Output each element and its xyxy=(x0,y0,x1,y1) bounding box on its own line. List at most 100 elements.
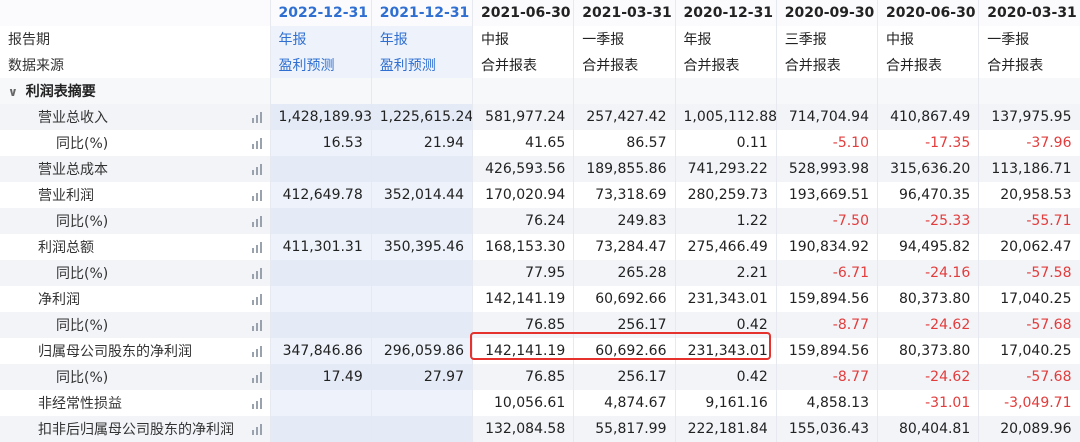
row-label: 营业总收入 xyxy=(38,110,108,126)
data-source-cell: 合并报表 xyxy=(877,52,980,78)
row-label-cell: 同比(%) xyxy=(0,364,271,390)
row-label-cell: 扣非后归属母公司股东的净利润 xyxy=(0,416,271,442)
column-header[interactable]: 2020-12-31 xyxy=(675,0,777,26)
bar-chart-icon[interactable] xyxy=(251,371,262,383)
value-cell: 189,855.86 xyxy=(573,156,676,182)
report-period-cell: 中报 xyxy=(472,26,575,52)
bar-chart-icon[interactable] xyxy=(251,111,262,123)
value-cell: 347,846.86 xyxy=(270,338,372,364)
data-source-cell: 盈利预测 xyxy=(371,52,474,78)
column-header[interactable]: 2021-03-31 xyxy=(573,0,676,26)
value-cell: 1,225,615.24 xyxy=(371,104,474,130)
report-period-row: 报告期 年报 年报 中报 一季报 年报 三季报 中报 一季报 xyxy=(0,26,1080,52)
value-cell: 4,874.67 xyxy=(573,390,676,416)
row-label-cell: 同比(%) xyxy=(0,312,271,338)
table-row: 扣非后归属母公司股东的净利润 132,084.58 55,817.99 222,181… xyxy=(0,416,1080,442)
column-header[interactable]: 2021-12-31 xyxy=(371,0,474,26)
chevron-down-icon[interactable]: ∨ xyxy=(8,85,18,99)
report-period-cell: 年报 xyxy=(371,26,474,52)
bar-chart-icon[interactable] xyxy=(251,267,262,279)
section-title: 利润表摘要 xyxy=(25,84,96,100)
value-cell: 80,373.80 xyxy=(877,338,980,364)
value-cell: 2.21 xyxy=(675,260,777,286)
table-row: 同比(%) 17.49 27.97 76.85 256.17 0.42 -8.77 -24.6… xyxy=(0,364,1080,390)
bar-chart-icon[interactable] xyxy=(251,189,262,201)
value-cell: -31.01 xyxy=(877,390,980,416)
value-cell: 1.22 xyxy=(675,208,777,234)
empty-cell xyxy=(371,312,474,338)
table-row: 同比(%) 16.53 21.94 41.65 86.57 0.11 -5.10 -17.35… xyxy=(0,130,1080,156)
bar-chart-icon[interactable] xyxy=(251,319,262,331)
value-cell: 4,858.13 xyxy=(776,390,879,416)
table-row: 归属母公司股东的净利润 347,846.86 296,059.86 142,141.1… xyxy=(0,338,1080,364)
row-label-wrap: 营业利润 xyxy=(8,185,262,205)
row-label: 非经常性损益 xyxy=(38,396,122,412)
row-label: 同比(%) xyxy=(56,370,109,386)
row-label: 数据来源 xyxy=(0,52,271,78)
section-header-row[interactable]: ∨ 利润表摘要 xyxy=(0,78,1080,104)
bar-chart-icon[interactable] xyxy=(251,163,262,175)
column-header[interactable]: 2020-06-30 xyxy=(877,0,980,26)
value-cell: 94,495.82 xyxy=(877,234,980,260)
row-label-wrap: 同比(%) xyxy=(8,263,262,283)
row-label: 同比(%) xyxy=(56,318,109,334)
column-header[interactable]: 2022-12-31 xyxy=(270,0,372,26)
value-cell: 77.95 xyxy=(472,260,575,286)
value-cell: 113,186.71 xyxy=(978,156,1080,182)
empty-cell xyxy=(573,78,676,104)
value-cell: -24.62 xyxy=(877,312,980,338)
value-cell: 275,466.49 xyxy=(675,234,777,260)
value-cell: 231,343.01 xyxy=(675,286,777,312)
value-cell: 60,692.66 xyxy=(573,338,676,364)
row-label: 扣非后归属母公司股东的净利润 xyxy=(38,422,234,438)
empty-cell xyxy=(776,78,879,104)
row-label-wrap: 同比(%) xyxy=(8,211,262,231)
row-label-cell: 同比(%) xyxy=(0,130,271,156)
report-period-cell: 年报 xyxy=(675,26,777,52)
column-header[interactable]: 2020-03-31 xyxy=(978,0,1080,26)
value-cell: 55,817.99 xyxy=(573,416,676,442)
value-cell: 0.42 xyxy=(675,312,777,338)
bar-chart-icon[interactable] xyxy=(251,345,262,357)
empty-cell xyxy=(270,78,372,104)
bar-chart-icon[interactable] xyxy=(251,397,262,409)
value-cell: 410,867.49 xyxy=(877,104,980,130)
column-header[interactable]: 2021-06-30 xyxy=(472,0,575,26)
value-cell: 411,301.31 xyxy=(270,234,372,260)
bar-chart-icon[interactable] xyxy=(251,137,262,149)
value-cell: 352,014.44 xyxy=(371,182,474,208)
value-cell: 0.11 xyxy=(675,130,777,156)
bar-chart-icon[interactable] xyxy=(251,215,262,227)
bar-chart-icon[interactable] xyxy=(251,423,262,435)
data-source-cell: 合并报表 xyxy=(776,52,879,78)
value-cell: -5.10 xyxy=(776,130,879,156)
empty-cell xyxy=(675,78,777,104)
value-cell: 60,692.66 xyxy=(573,286,676,312)
value-cell: -17.35 xyxy=(877,130,980,156)
table-row: 营业总收入 1,428,189.93 1,225,615.24 581,977.24 2… xyxy=(0,104,1080,130)
section-header[interactable]: ∨ 利润表摘要 xyxy=(0,78,271,104)
value-cell: 73,318.69 xyxy=(573,182,676,208)
value-cell: 142,141.19 xyxy=(472,338,575,364)
column-header[interactable]: 2020-09-30 xyxy=(776,0,879,26)
bar-chart-icon[interactable] xyxy=(251,293,262,305)
empty-cell xyxy=(270,416,372,442)
table-row: 利润总额 411,301.31 350,395.46 168,153.30 73,284… xyxy=(0,234,1080,260)
empty-cell xyxy=(371,416,474,442)
empty-cell xyxy=(371,208,474,234)
data-source-cell: 盈利预测 xyxy=(270,52,372,78)
row-label: 归属母公司股东的净利润 xyxy=(38,344,192,360)
value-cell: -57.58 xyxy=(978,260,1080,286)
bar-chart-icon[interactable] xyxy=(251,241,262,253)
value-cell: -24.16 xyxy=(877,260,980,286)
value-cell: 350,395.46 xyxy=(371,234,474,260)
row-label-cell: 利润总额 xyxy=(0,234,271,260)
row-label-wrap: 营业总收入 xyxy=(8,107,262,127)
value-cell: 528,993.98 xyxy=(776,156,879,182)
value-cell: -3,049.71 xyxy=(978,390,1080,416)
value-cell: -37.96 xyxy=(978,130,1080,156)
value-cell: 280,259.73 xyxy=(675,182,777,208)
value-cell: 142,141.19 xyxy=(472,286,575,312)
row-label: 净利润 xyxy=(38,292,80,308)
row-label-wrap: 非经常性损益 xyxy=(8,393,262,413)
